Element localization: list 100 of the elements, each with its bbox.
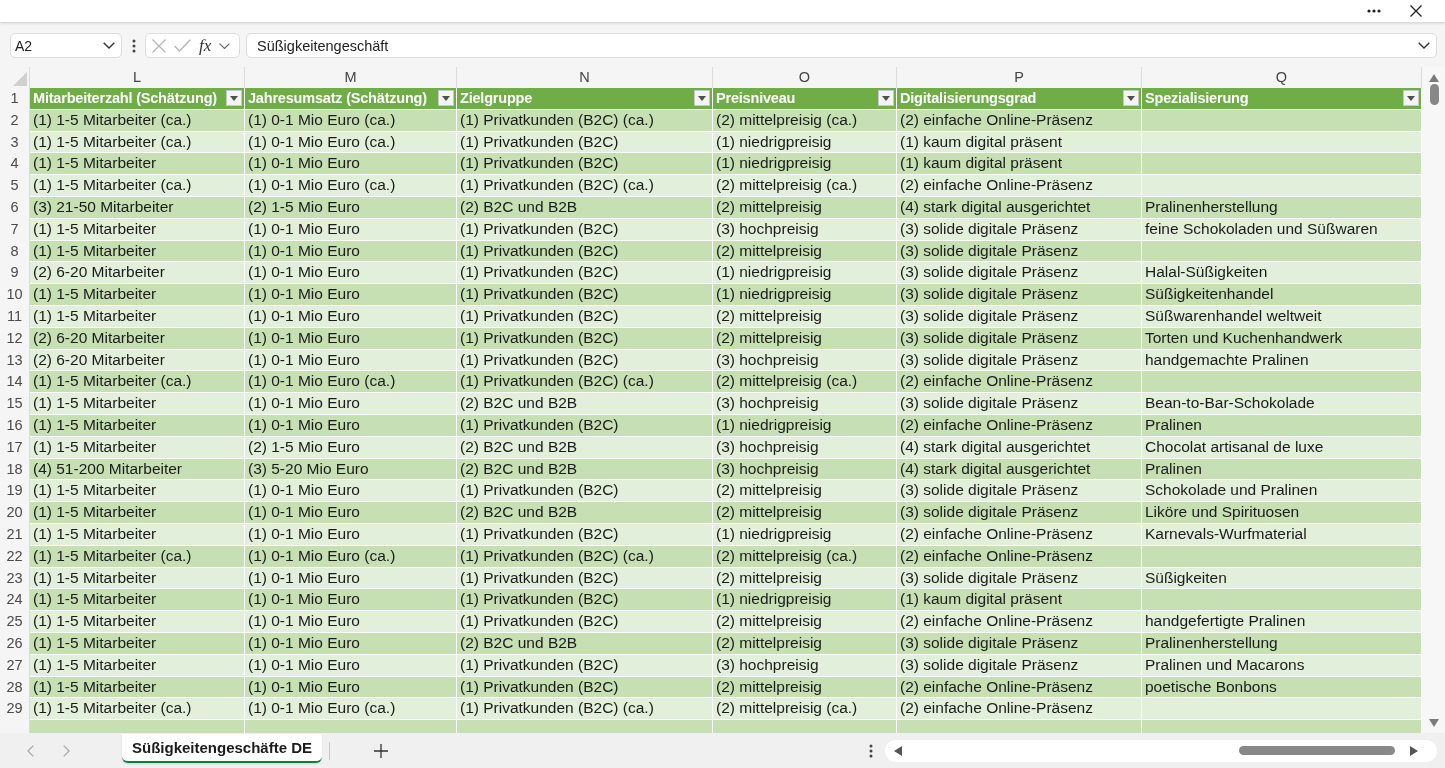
table-cell: (1) Privatkunden (B2C) [457,131,713,154]
table-cell: (1) kaum digital präsent [897,131,1142,154]
table-cell: (2) B2C und B2B [457,458,713,481]
table-cell: (1) 1-5 Mitarbeiter [30,502,245,524]
table-cell: (1) 0-1 Mio Euro [245,523,457,546]
table-cell: Pralinen [1142,458,1422,481]
table-cell: Torten und Kuchenhandwerk [1142,327,1422,350]
table-cell: (2) einfache Online-Präsenz [897,414,1142,437]
table-cell: (3) hochpreisig [713,218,897,241]
caret-down-icon [442,95,450,101]
row-number: 24 [0,589,30,612]
row-number: 9 [0,262,30,285]
column-title: Preisniveau [716,90,796,107]
filter-button[interactable] [1123,90,1139,107]
table-cell: (1) 1-5 Mitarbeiter [30,436,245,459]
table-cell: Pralinenherstellung [1142,197,1422,219]
table-cell: (1) 1-5 Mitarbeiter [30,414,245,437]
chevron-down-icon [103,42,115,49]
row-number: 23 [0,567,30,590]
row-number: 5 [0,175,30,197]
filter-button[interactable] [1403,90,1419,107]
table-cell: (1) 0-1 Mio Euro (ca.) [245,109,457,132]
scrollbar-thumb[interactable] [1429,84,1439,105]
table-cell: (3) solide digitale Präsenz [897,632,1142,655]
filter-button[interactable] [878,90,894,107]
caret-down-icon [882,95,890,101]
table-cell: (3) solide digitale Präsenz [897,502,1142,524]
scroll-up-icon[interactable] [1429,74,1439,82]
table-cell: (1) 1-5 Mitarbeiter [30,305,245,328]
filter-button[interactable] [438,90,454,107]
horizontal-scrollbar[interactable] [885,739,1437,762]
row-number: 29 [0,698,30,721]
table-cell: Süßigkeitenhandel [1142,284,1422,306]
table-cell: (1) 1-5 Mitarbeiter [30,523,245,546]
table-cell: (3) solide digitale Präsenz [897,240,1142,263]
table-cell: (1) Privatkunden (B2C) [457,654,713,677]
table-cell: (1) 1-5 Mitarbeiter [30,632,245,655]
table-cell: (2) B2C und B2B [457,502,713,524]
table-cell: (1) 0-1 Mio Euro [245,676,457,699]
table-cell: (2) einfache Online-Präsenz [897,523,1142,546]
filter-button[interactable] [226,90,242,107]
vertical-dots-icon[interactable] [869,743,873,758]
table-cell: (1) kaum digital präsent [897,153,1142,176]
table-cell: (2) einfache Online-Präsenz [897,698,1142,721]
table-cell: (1) 1-5 Mitarbeiter (ca.) [30,175,245,197]
table-cell: (2) mittelpreisig [713,240,897,263]
table-cell: (3) solide digitale Präsenz [897,262,1142,285]
table-cell: (3) hochpreisig [713,393,897,415]
table-cell: (2) mittelpreisig (ca.) [713,371,897,394]
row-number: 1 [0,88,30,110]
scroll-right-icon[interactable] [1410,745,1418,756]
table-cell: (1) 0-1 Mio Euro [245,240,457,263]
vertical-dots-icon[interactable] [132,39,136,53]
table-cell: (3) solide digitale Präsenz [897,654,1142,677]
table-cell: (3) hochpreisig [713,436,897,459]
table-cell: (2) einfache Online-Präsenz [897,611,1142,633]
add-icon[interactable] [374,743,389,758]
row-number: 22 [0,545,30,568]
row-number: 27 [0,654,30,677]
table-cell: (2) mittelpreisig [713,197,897,219]
scroll-down-icon[interactable] [1429,719,1439,727]
name-box[interactable]: A2 [10,33,122,58]
table-cell: (2) mittelpreisig [713,480,897,503]
more-icon[interactable] [1367,9,1381,13]
table-cell: (1) 0-1 Mio Euro [245,262,457,285]
table-cell: (1) 1-5 Mitarbeiter (ca.) [30,109,245,132]
scroll-left-icon[interactable] [894,745,902,756]
table-cell: (1) Privatkunden (B2C) (ca.) [457,109,713,132]
table-cell: (1) niedrigpreisig [713,262,897,285]
formula-field[interactable]: Süßigkeitengeschäft [246,33,1437,58]
table-cell: (1) Privatkunden (B2C) [457,611,713,633]
chevron-down-icon[interactable] [219,42,231,49]
caret-down-icon [230,95,238,101]
table-cell: (2) mittelpreisig (ca.) [713,175,897,197]
caret-down-icon [698,95,706,101]
table-cell: (2) 1-5 Mio Euro [245,197,457,219]
sheet-tab[interactable]: Süßigkeitengeschäfte DE [122,734,323,763]
table-cell: (3) solide digitale Präsenz [897,218,1142,241]
table-cell: (1) Privatkunden (B2C) (ca.) [457,698,713,721]
table-cell: (1) Privatkunden (B2C) [457,523,713,546]
filter-button[interactable] [694,90,710,107]
check-icon[interactable] [174,39,191,52]
column-title: Digitalisierungsgrad [900,90,1037,107]
table-cell: (1) 1-5 Mitarbeiter [30,284,245,306]
table-cell: (4) stark digital ausgerichtet [897,436,1142,459]
row-number: 2 [0,109,30,132]
table-cell: (1) niedrigpreisig [713,153,897,176]
scrollbar-thumb[interactable] [1239,746,1395,755]
table-cell: (1) 0-1 Mio Euro (ca.) [245,175,457,197]
table-cell: (1) 1-5 Mitarbeiter [30,218,245,241]
table-cell: (3) solide digitale Präsenz [897,284,1142,306]
table-cell: (2) 6-20 Mitarbeiter [30,349,245,372]
table-cell: (1) 1-5 Mitarbeiter (ca.) [30,698,245,721]
table-cell: (1) Privatkunden (B2C) [457,349,713,372]
row-number: 14 [0,371,30,394]
insert-function-button[interactable]: fx [199,35,212,56]
row-number: 16 [0,414,30,437]
table-cell: (1) Privatkunden (B2C) [457,567,713,590]
table-cell: Pralinen und Macarons [1142,654,1422,677]
table-cell: poetische Bonbons [1142,676,1422,699]
